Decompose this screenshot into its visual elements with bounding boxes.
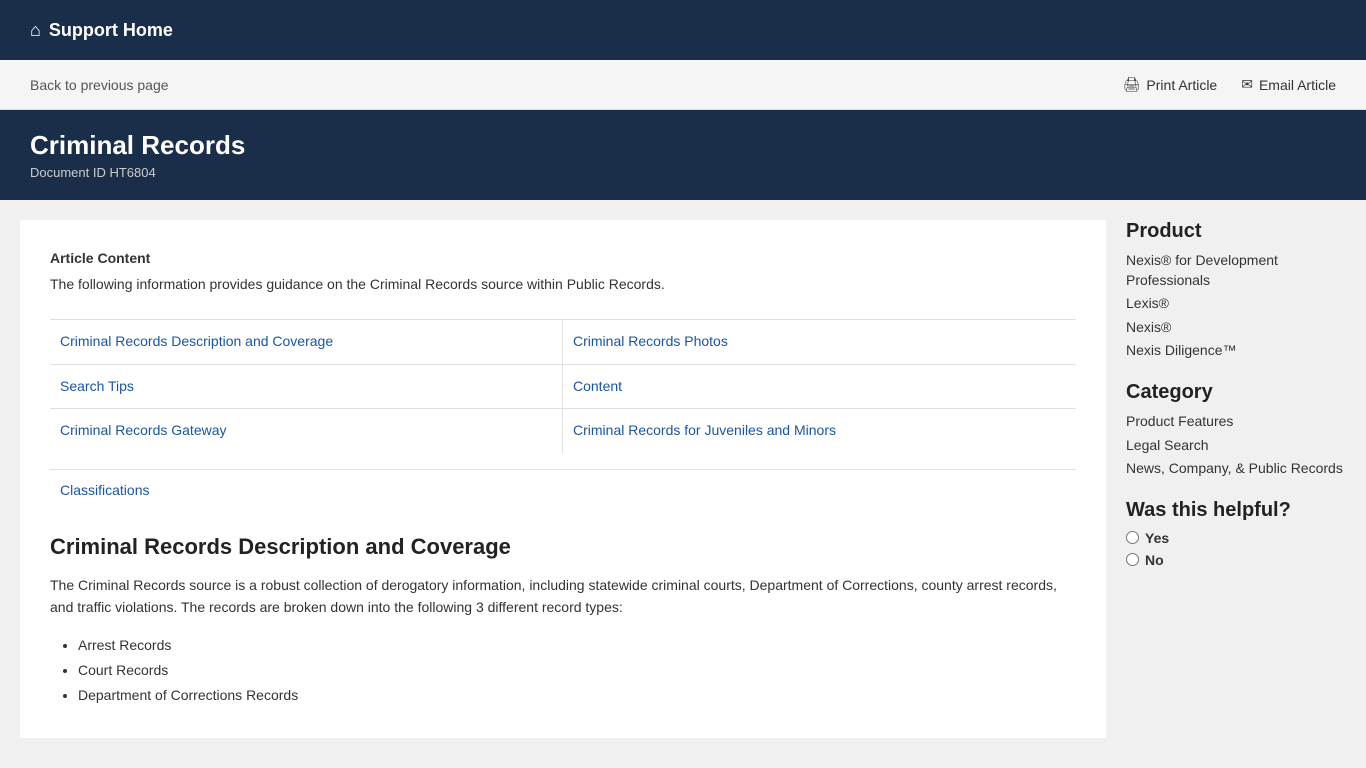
category-item-0: Product Features [1126,412,1346,432]
actions-area: 🖨 Print Article ✉ Email Article [1123,76,1336,93]
helpful-yes-radio[interactable] [1126,531,1139,544]
toc-cell-4: Criminal Records Gateway [50,408,563,453]
doc-id: Document ID HT6804 [30,165,1336,180]
main-layout: Article Content The following informatio… [0,200,1366,758]
toc-classifications-link[interactable]: Classifications [60,482,149,498]
toc-cell-5: Criminal Records for Juveniles and Minor… [563,408,1076,453]
helpful-yes-option[interactable]: Yes [1126,530,1346,546]
product-title: Product [1126,220,1346,243]
list-item: Arrest Records [78,633,1076,658]
toc-cell-1: Criminal Records Photos [563,319,1076,364]
section-body: The Criminal Records source is a robust … [50,574,1076,619]
top-nav: ⌂ Support Home [0,0,1366,60]
secondary-nav: Back to previous page 🖨 Print Article ✉ … [0,60,1366,110]
toc-cell-3: Content [563,364,1076,409]
article-header: Criminal Records Document ID HT6804 [0,110,1366,200]
toc-cell-2: Search Tips [50,364,563,409]
article-intro: The following information provides guida… [50,274,1076,295]
support-home-label: Support Home [49,20,173,41]
helpful-yes-label: Yes [1145,530,1169,546]
print-label: Print Article [1146,77,1217,93]
list-item: Court Records [78,658,1076,683]
helpful-title: Was this helpful? [1126,499,1346,522]
toc-link-3[interactable]: Content [573,378,622,394]
category-item-2: News, Company, & Public Records [1126,459,1346,479]
toc-link-1[interactable]: Criminal Records Photos [573,333,728,349]
sidebar-product-section: Product Nexis® for Development Professio… [1126,220,1346,361]
sidebar-category-section: Category Product Features Legal Search N… [1126,381,1346,479]
toc-grid: Criminal Records Description and Coverag… [50,319,1076,453]
email-link[interactable]: ✉ Email Article [1241,76,1336,93]
print-link[interactable]: 🖨 Print Article [1123,76,1218,93]
back-link[interactable]: Back to previous page [30,77,169,93]
toc-cell-0: Criminal Records Description and Coverag… [50,319,563,364]
email-label: Email Article [1259,77,1336,93]
helpful-no-option[interactable]: No [1126,552,1346,568]
toc-link-2[interactable]: Search Tips [60,378,134,394]
product-item-0: Nexis® for Development Professionals [1126,251,1346,290]
product-item-3: Nexis Diligence™ [1126,341,1346,361]
category-item-1: Legal Search [1126,436,1346,456]
email-icon: ✉ [1241,76,1253,93]
content-label: Article Content [50,250,1076,266]
toc-link-4[interactable]: Criminal Records Gateway [60,422,227,438]
support-home-link[interactable]: ⌂ Support Home [30,20,173,41]
home-icon: ⌂ [30,20,41,41]
product-item-2: Nexis® [1126,318,1346,338]
helpful-section: Was this helpful? Yes No [1126,499,1346,568]
toc-classifications-row: Classifications [50,469,1076,510]
helpful-no-radio[interactable] [1126,553,1139,566]
helpful-no-label: No [1145,552,1164,568]
section-heading: Criminal Records Description and Coverag… [50,534,1076,560]
list-item: Department of Corrections Records [78,683,1076,708]
toc-link-0[interactable]: Criminal Records Description and Coverag… [60,333,333,349]
toc-link-5[interactable]: Criminal Records for Juveniles and Minor… [573,422,836,438]
category-title: Category [1126,381,1346,404]
print-icon: 🖨 [1123,76,1141,93]
product-item-1: Lexis® [1126,294,1346,314]
article-title: Criminal Records [30,130,1336,161]
record-types-list: Arrest Records Court Records Department … [50,633,1076,709]
article-content-panel: Article Content The following informatio… [20,220,1106,738]
sidebar: Product Nexis® for Development Professio… [1126,220,1346,738]
